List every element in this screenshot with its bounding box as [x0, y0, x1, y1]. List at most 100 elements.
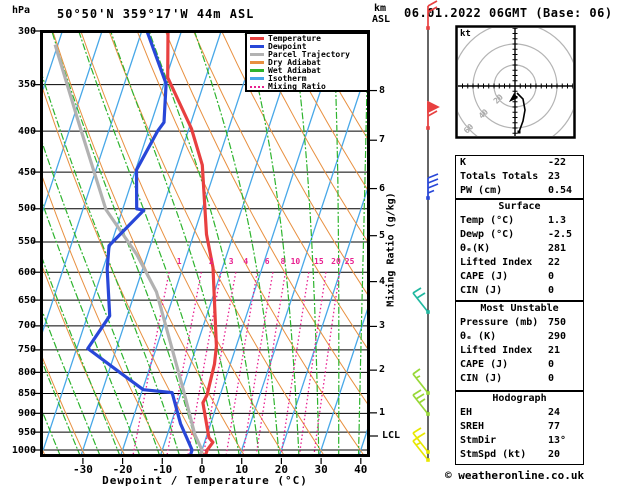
metric-value: 20 [548, 449, 561, 460]
panel-header: Most Unstable [480, 303, 559, 314]
metric-row: Lifted Index 22 [456, 256, 583, 270]
km-tick-label: 6 [379, 182, 386, 194]
metric-label: Temp (°C) [460, 215, 515, 226]
metric-label: θₑ(K) [460, 243, 491, 254]
metric-value: 1.3 [548, 215, 567, 226]
metric-row: CIN (J) 0 [456, 372, 583, 386]
metric-label: CAPE (J) [460, 359, 509, 370]
metric-value: 0 [548, 373, 555, 384]
mixing-ratio-value-label: 2 [208, 257, 214, 266]
wind-barb [426, 0, 438, 30]
metric-label: CIN (J) [460, 285, 503, 296]
metric-row: Pressure (mb) 750 [456, 316, 583, 330]
metric-value: 290 [548, 331, 567, 342]
metric-row: EH 24 [456, 406, 583, 420]
metric-value: 750 [548, 317, 567, 328]
metric-value: 23 [548, 171, 561, 182]
pressure-tick-label: 650 [17, 294, 36, 306]
pressure-tick-label: 450 [17, 166, 36, 178]
metric-row: PW (cm) 0.54 [456, 184, 583, 198]
pressure-tick-label: 750 [17, 344, 36, 356]
lcl-label: LCL [382, 430, 401, 441]
legend-swatch-solid [250, 45, 264, 48]
legend-label: Mixing Ratio [268, 82, 326, 91]
panel-header: Surface [498, 201, 541, 212]
metric-row: CAPE (J) 0 [456, 358, 583, 372]
pressure-tick-label: 700 [17, 320, 36, 332]
metric-label: CAPE (J) [460, 271, 509, 282]
hodograph-trace-end-dot [517, 130, 521, 134]
panel-header: Hodograph [492, 393, 547, 404]
pressure-tick-label: 1000 [11, 444, 36, 456]
metric-value: -22 [548, 157, 567, 168]
mixing-ratio-value-label: 25 [344, 257, 355, 266]
km-tick-label: 5 [379, 229, 386, 241]
metric-value: 0 [548, 359, 555, 370]
wind-barb [412, 368, 430, 395]
metric-row: StmSpd (kt) 20 [456, 448, 583, 462]
legend-swatch-solid [250, 77, 264, 80]
metric-row: SREH 77 [456, 420, 583, 434]
wind-barb [412, 427, 430, 454]
wind-barb [426, 173, 439, 200]
km-tick-label: 1 [379, 406, 386, 418]
temp-tick-label: 10 [235, 463, 249, 476]
metric-row: CIN (J) 0 [456, 284, 583, 298]
legend-swatch-dotted [250, 85, 264, 88]
pressure-tick-label: 850 [17, 387, 36, 399]
skewt-sounding-screen: hPa 50°50'N 359°17'W 44m ASL km ASL 06.0… [0, 0, 629, 486]
legend-item: Mixing Ratio [250, 83, 367, 91]
metric-value: 21 [548, 345, 561, 356]
pressure-tick-label: 350 [17, 79, 36, 91]
pressure-tick-label: 900 [17, 407, 36, 419]
metric-label: CIN (J) [460, 373, 503, 384]
pressure-tick-label: 600 [17, 266, 36, 278]
legend-swatch-solid [250, 61, 264, 64]
pressure-tick-label: 300 [17, 25, 36, 37]
metric-label: Lifted Index [460, 257, 533, 268]
km-tick-label: 3 [379, 320, 386, 332]
legend-swatch-solid [250, 53, 264, 56]
wet-adiabat [0, 31, 1, 457]
hodograph: 204060 [455, 25, 576, 139]
hodograph-unit-label: kt [460, 29, 471, 39]
pressure-tick-label: 800 [17, 366, 36, 378]
metric-value: 0.54 [548, 185, 573, 196]
metric-value: 22 [548, 257, 561, 268]
metrics-panel-surface: Surface Temp (°C) 1.3 Dewp (°C) -2.5 θₑ(K) 281… [455, 199, 584, 301]
temp-tick-label: 20 [274, 463, 289, 476]
pressure-tick-label: 500 [17, 203, 36, 215]
km-tick-label: 8 [379, 84, 386, 96]
metric-label: θₑ (K) [460, 331, 497, 342]
metrics-panel-most-unstable: Most Unstable Pressure (mb) 750 θₑ (K) 290 Li… [455, 301, 584, 391]
wind-barb [426, 100, 440, 130]
metric-row: K -22 [456, 156, 583, 170]
storm-motion-arrow [509, 93, 518, 102]
metric-label: SREH [460, 421, 485, 432]
metric-label: StmDir [460, 435, 497, 446]
metric-row: CAPE (J) 0 [456, 270, 583, 284]
metric-row: Lifted Index 21 [456, 344, 583, 358]
metric-label: Totals Totals [460, 171, 539, 182]
metric-value: 24 [548, 407, 561, 418]
metric-value: -2.5 [548, 229, 573, 240]
temp-tick-label: 40 [354, 463, 368, 476]
metric-row: Temp (°C) 1.3 [456, 214, 583, 228]
metric-value: 0 [548, 271, 555, 282]
metric-label: Pressure (mb) [460, 317, 539, 328]
metric-value: 0 [548, 285, 555, 296]
metrics-panel: K -22 Totals Totals 23 PW (cm) 0.54 [455, 155, 584, 199]
km-tick-label: 2 [379, 364, 386, 376]
wind-barb [412, 435, 430, 462]
mixing-ratio-axis-label: Mixing Ratio (g/kg) [385, 192, 397, 307]
copyright-link[interactable]: © weatheronline.co.uk [445, 469, 584, 482]
pressure-tick-label: 400 [17, 125, 36, 137]
metric-value: 281 [548, 243, 567, 254]
metric-label: PW (cm) [460, 185, 503, 196]
metric-label: Lifted Index [460, 345, 533, 356]
metric-label: EH [460, 407, 473, 418]
metric-row: θₑ (K) 290 [456, 330, 583, 344]
temp-tick-label: -10 [152, 463, 173, 476]
chart-legend: Temperature Dewpoint Parcel Trajectory Dry … [245, 32, 369, 92]
temp-tick-label: -30 [72, 463, 93, 476]
